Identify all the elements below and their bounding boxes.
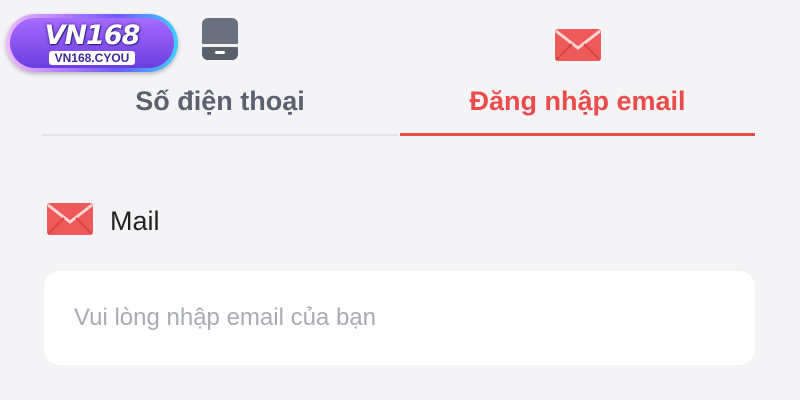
- tab-email-active-underline: [400, 133, 755, 136]
- tab-phone-label: Số điện thoại: [135, 86, 305, 116]
- tab-email-label: Đăng nhập email: [469, 86, 686, 116]
- mail-icon: [46, 202, 94, 241]
- tab-phone-login[interactable]: Số điện thoại: [42, 12, 398, 136]
- mail-icon: [554, 12, 602, 62]
- phone-icon: [200, 12, 240, 62]
- email-field-label: Mail: [46, 202, 160, 240]
- tab-email-login[interactable]: Đăng nhập email: [400, 12, 755, 136]
- tab-phone-underline: [42, 134, 398, 136]
- email-input[interactable]: [44, 271, 755, 365]
- login-page: VN168 VN168.CYOU Số điện thoại Đăng nhập…: [0, 0, 800, 400]
- email-field-label-text: Mail: [110, 205, 160, 236]
